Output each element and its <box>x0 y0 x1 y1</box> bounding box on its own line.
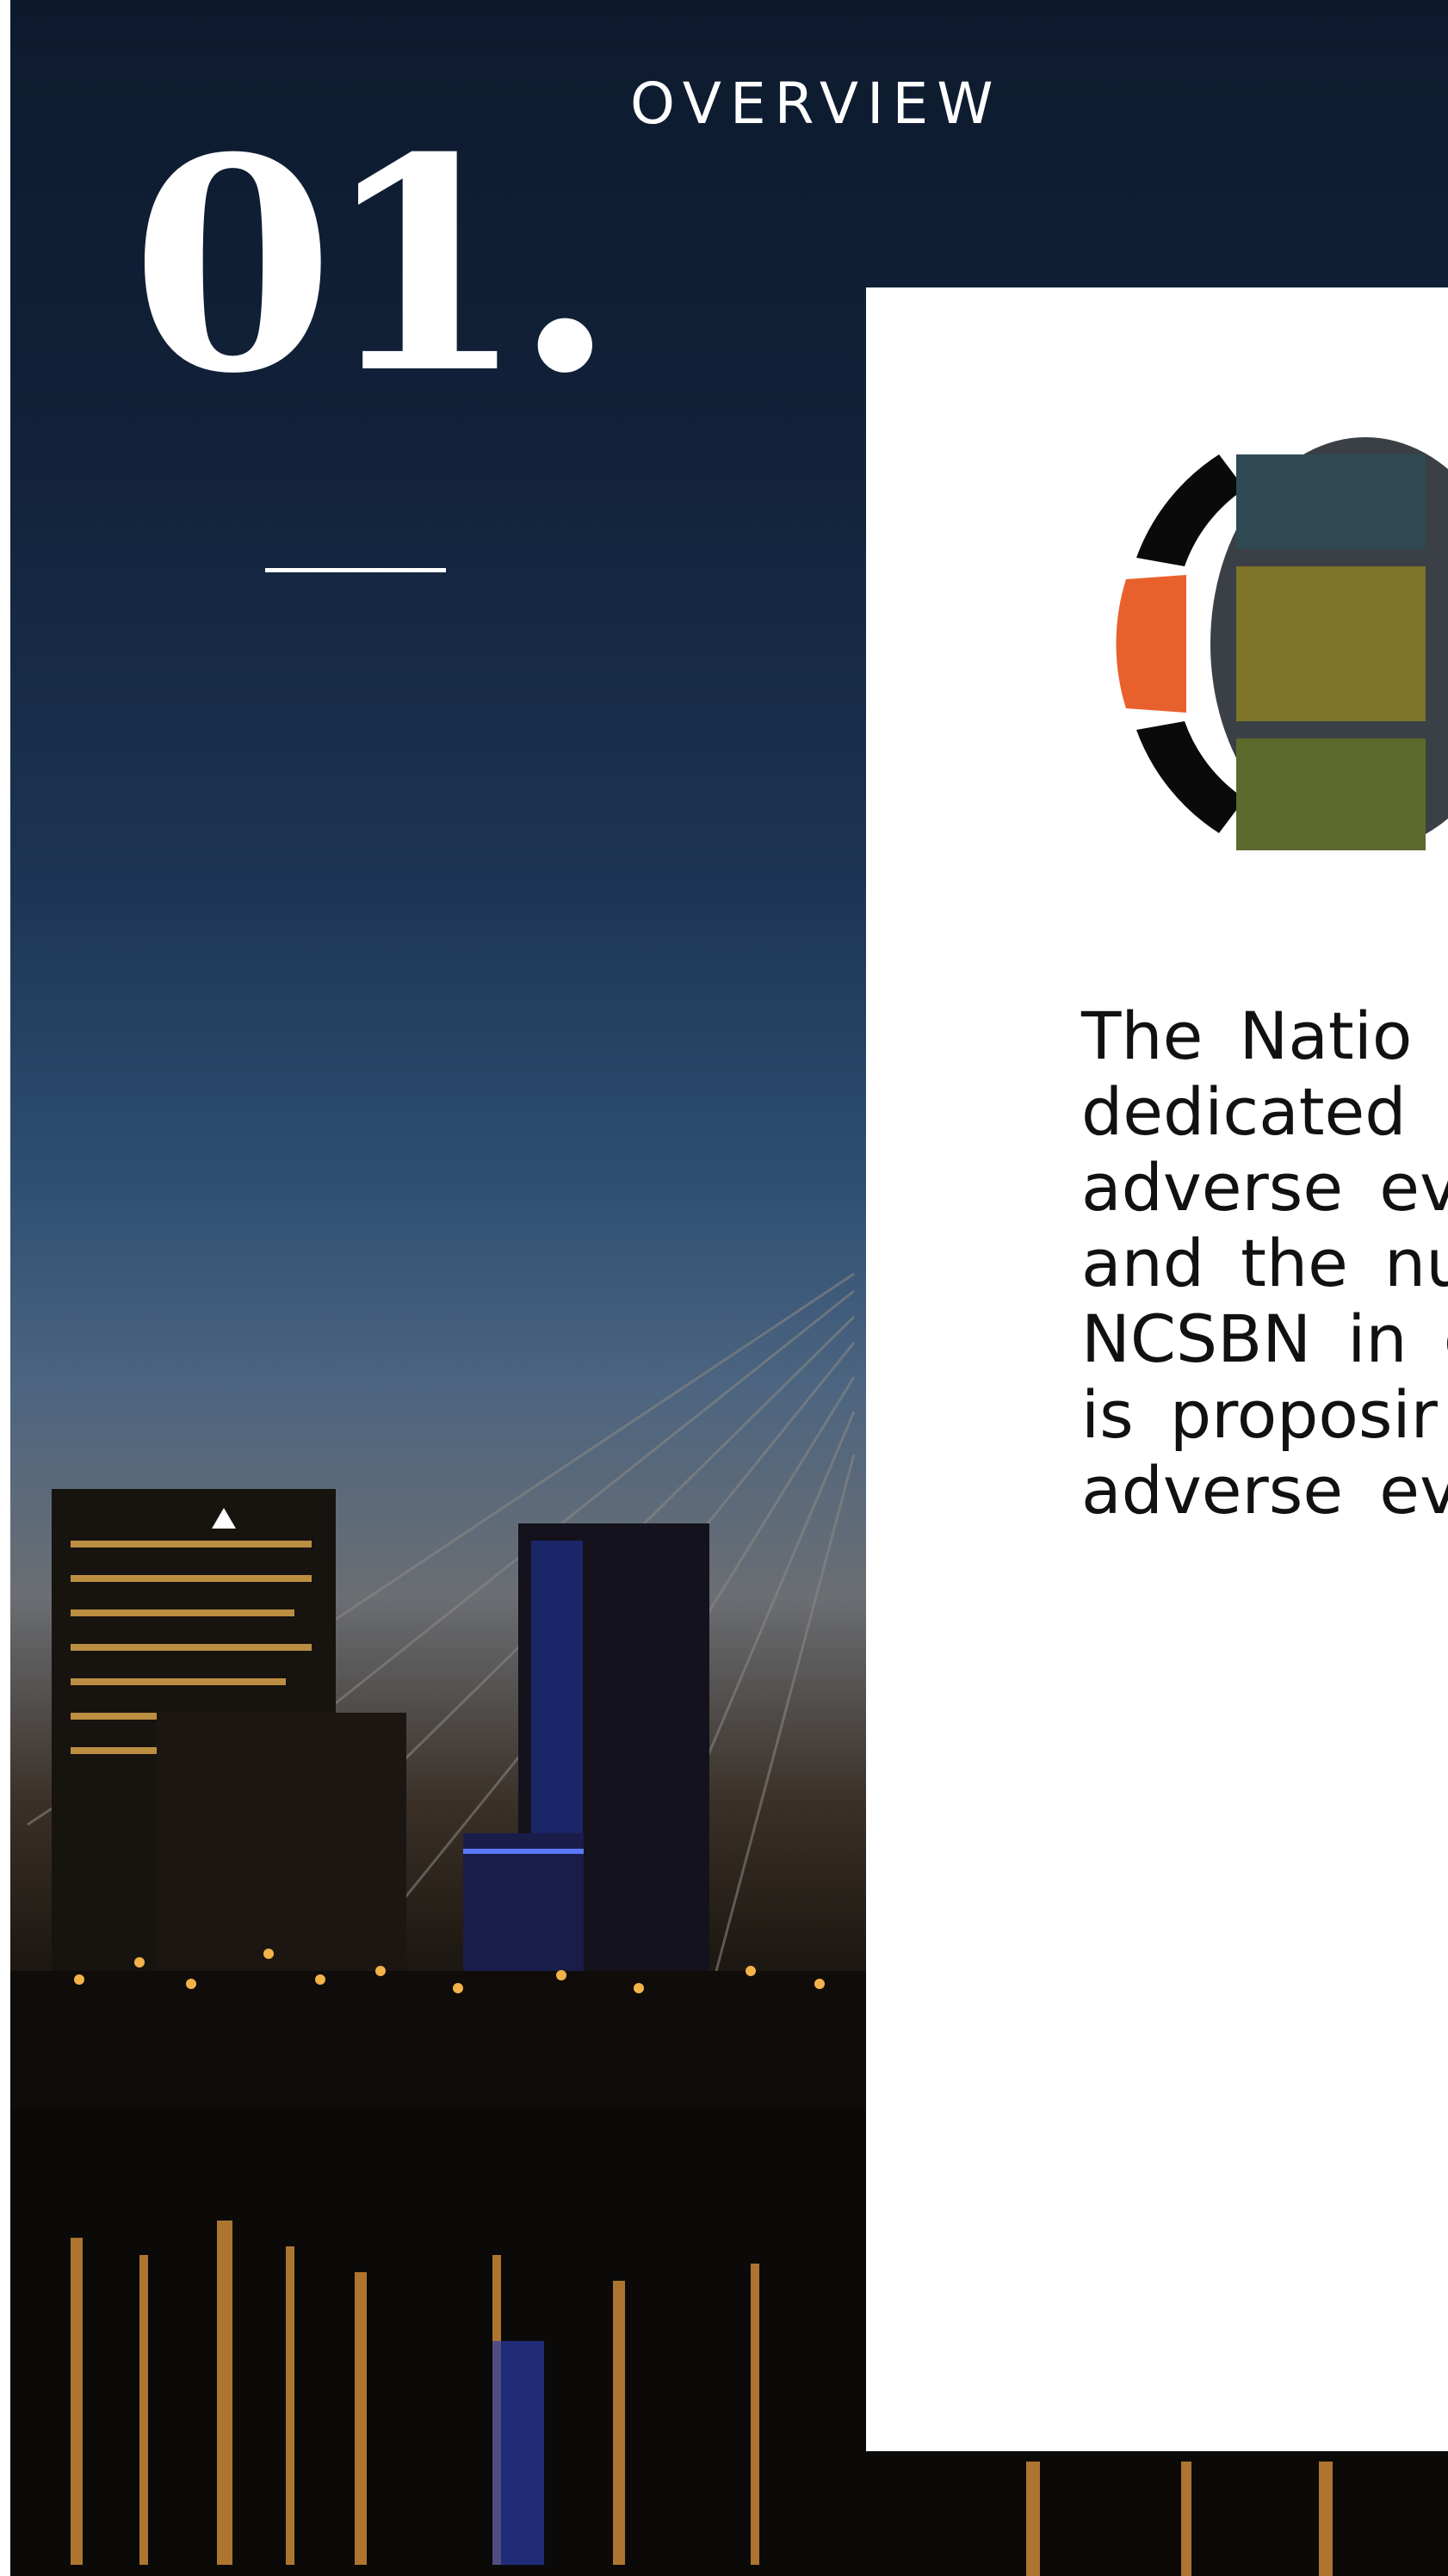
body-line: dedicated <box>1081 1073 1407 1150</box>
overview-page: OVERVIEW 01. The Natio dedicated adverse… <box>0 0 1448 2576</box>
title-divider <box>265 568 446 572</box>
body-line: NCSBN in c <box>1081 1300 1448 1377</box>
body-line: adverse ev <box>1081 1452 1448 1529</box>
body-line: adverse ev <box>1081 1149 1448 1226</box>
globe-logo-icon <box>1116 437 1448 850</box>
body-line: and the nu <box>1081 1225 1448 1301</box>
body-line: The Natio <box>1081 998 1413 1074</box>
section-number: 01. <box>131 95 616 438</box>
body-text: The Natio dedicated adverse ev and the n… <box>1081 998 1448 1529</box>
body-line: is proposir <box>1081 1376 1438 1453</box>
section-label: OVERVIEW <box>630 71 1002 137</box>
